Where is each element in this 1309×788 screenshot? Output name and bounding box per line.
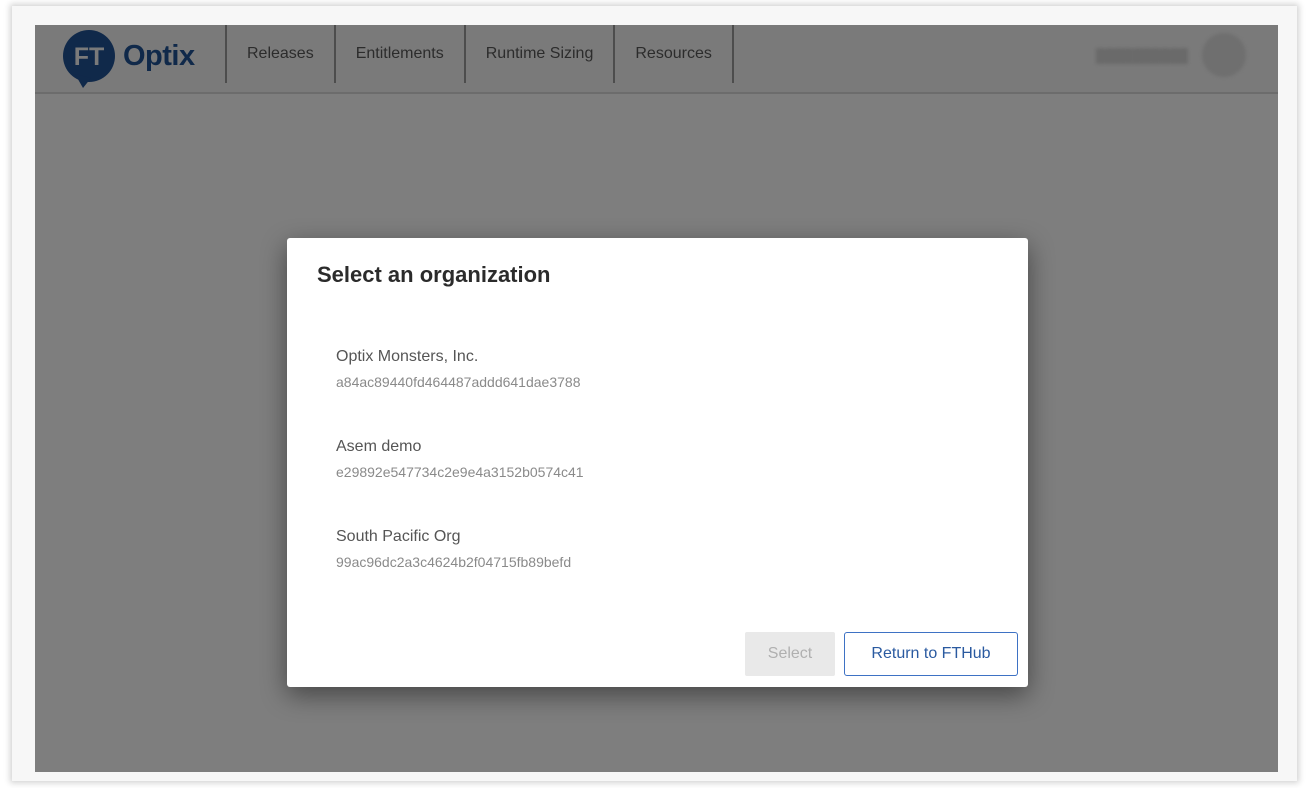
avatar[interactable] bbox=[1202, 33, 1246, 77]
organization-list-item[interactable]: Optix Monsters, Inc. a84ac89440fd464487a… bbox=[336, 346, 936, 436]
svg-text:FT: FT bbox=[74, 43, 105, 71]
nav-item-entitlements[interactable]: Entitlements bbox=[333, 25, 464, 83]
brand-logo[interactable]: FT Optix bbox=[61, 29, 195, 89]
user-menu[interactable]: ██████████ bbox=[1096, 31, 1246, 79]
user-name-blurred: ██████████ bbox=[1095, 47, 1188, 63]
organization-id: a84ac89440fd464487addd641dae3788 bbox=[336, 374, 581, 390]
select-button[interactable]: Select bbox=[745, 632, 835, 676]
nav-item-resources[interactable]: Resources bbox=[613, 25, 734, 83]
nav-item-releases[interactable]: Releases bbox=[225, 25, 334, 83]
organization-name: Optix Monsters, Inc. bbox=[336, 348, 479, 365]
organization-id: e29892e547734c2e9e4a3152b0574c41 bbox=[336, 464, 584, 480]
select-organization-dialog: Select an organization Optix Monsters, I… bbox=[287, 238, 1028, 687]
organization-name: Asem demo bbox=[336, 438, 422, 455]
organization-list-item[interactable]: Asem demo e29892e547734c2e9e4a3152b0574c… bbox=[336, 436, 936, 526]
organization-list: Optix Monsters, Inc. a84ac89440fd464487a… bbox=[336, 346, 936, 616]
nav-item-runtime-sizing[interactable]: Runtime Sizing bbox=[463, 25, 614, 83]
ft-logo-icon: FT bbox=[61, 30, 117, 88]
organization-id: 99ac96dc2a3c4624b2f04715fb89befd bbox=[336, 554, 572, 570]
top-navbar: FT Optix Releases Entitlements Runtime S… bbox=[35, 25, 1278, 94]
organization-name: South Pacific Org bbox=[336, 528, 461, 545]
return-to-fthub-button[interactable]: Return to FTHub bbox=[844, 632, 1018, 676]
organization-list-item[interactable]: South Pacific Org 99ac96dc2a3c4624b2f047… bbox=[336, 526, 936, 616]
dialog-title: Select an organization bbox=[317, 262, 551, 287]
main-nav: Releases Entitlements Runtime Sizing Res… bbox=[225, 25, 734, 83]
brand-name: Optix bbox=[123, 39, 195, 72]
